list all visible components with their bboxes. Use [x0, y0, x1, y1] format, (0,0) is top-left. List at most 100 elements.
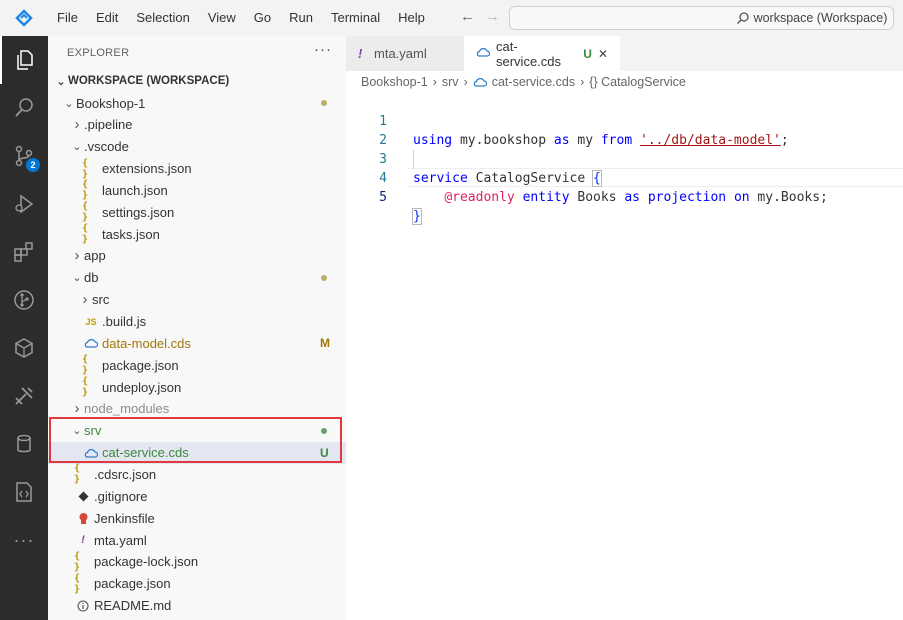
tab-label: cat-service.cds: [496, 38, 562, 69]
tree-item[interactable]: › app: [48, 245, 346, 267]
tree-item[interactable]: { } settings.json: [48, 201, 346, 223]
tree-item[interactable]: ⌄ db: [48, 267, 346, 289]
menu-file[interactable]: File: [48, 0, 87, 36]
extensions-icon[interactable]: [0, 228, 48, 276]
search-text: workspace (Workspace): [753, 11, 888, 25]
chevron-right-icon: ›: [432, 75, 437, 89]
tree-item[interactable]: › src: [48, 289, 346, 311]
tree-item[interactable]: { } extensions.json: [48, 158, 346, 180]
cds-cloud-icon: [473, 78, 487, 87]
menu-terminal[interactable]: Terminal: [322, 0, 389, 36]
search-icon[interactable]: [0, 84, 48, 132]
tree-item[interactable]: README.md: [48, 595, 346, 617]
menu-run[interactable]: Run: [280, 0, 322, 36]
command-center-search[interactable]: workspace (Workspace): [509, 6, 894, 30]
tools-icon[interactable]: [0, 372, 48, 420]
tree-item[interactable]: JS .build.js: [48, 311, 346, 333]
tree-item-label: Bookshop-1: [76, 95, 146, 111]
tree-item-label: undeploy.json: [102, 379, 182, 395]
yaml-icon: !: [358, 46, 363, 61]
tree-item[interactable]: { } launch.json: [48, 179, 346, 201]
tree-item-label: app: [84, 248, 106, 264]
menu-view[interactable]: View: [199, 0, 245, 36]
source-control-icon[interactable]: 2: [0, 132, 48, 180]
menu-go[interactable]: Go: [245, 0, 280, 36]
chevron-right-icon: ›: [74, 400, 80, 418]
tree-item[interactable]: › .pipeline: [48, 114, 346, 136]
breadcrumb-item[interactable]: srv: [442, 75, 459, 89]
more-icon[interactable]: ···: [0, 516, 48, 564]
tree-item-label: settings.json: [102, 204, 175, 220]
menu-edit[interactable]: Edit: [87, 0, 127, 36]
tree-item-label: tasks.json: [102, 226, 160, 242]
tree-item[interactable]: Jenkinsfile: [48, 507, 346, 529]
tree-item-label: package-lock.json: [94, 554, 199, 570]
sidebar-more-button[interactable]: ···: [314, 41, 332, 58]
close-icon[interactable]: ✕: [598, 47, 608, 61]
chevron-right-icon: ›: [74, 247, 80, 265]
tab-label: mta.yaml: [374, 46, 427, 61]
explorer-icon[interactable]: [0, 36, 48, 84]
chevron-down-icon: ⌄: [72, 272, 82, 285]
app-logo-icon: [0, 0, 48, 36]
tree-item[interactable]: ⌄ Bookshop-1: [48, 92, 346, 114]
json-file-icon: { }: [82, 179, 89, 202]
tree-item[interactable]: { } package-lock.json: [48, 551, 346, 573]
js-file-icon: JS: [85, 316, 97, 327]
activity-bar: 2 ···: [0, 36, 48, 620]
breadcrumb-item[interactable]: cat-service.cds: [492, 75, 575, 89]
tree-item[interactable]: { } .cdsrc.json: [48, 463, 346, 485]
yaml-icon: !: [81, 534, 85, 546]
modified-dot: [321, 274, 327, 281]
tree-item-label: mta.yaml: [94, 532, 147, 548]
menu-selection[interactable]: Selection: [127, 0, 198, 36]
workspace-header[interactable]: ⌄ WORKSPACE (WORKSPACE): [48, 70, 346, 92]
explorer-sidebar: EXPLORER ··· ⌄ WORKSPACE (WORKSPACE) ⌄ Bo…: [48, 36, 346, 620]
chevron-right-icon: ›: [580, 75, 585, 89]
tree-item-label: .vscode: [84, 139, 129, 155]
breadcrumb-item[interactable]: Bookshop-1: [361, 75, 428, 89]
tree-item[interactable]: ! mta.yaml: [48, 529, 346, 551]
tree-item[interactable]: { } package.json: [48, 354, 346, 376]
tree-item-label: launch.json: [102, 182, 168, 198]
tree-item-label: .pipeline: [84, 117, 133, 133]
json-file-icon: { }: [74, 550, 81, 573]
tree-item-label: node_modules: [84, 401, 170, 417]
tree-item[interactable]: { } tasks.json: [48, 223, 346, 245]
sidebar-title: EXPLORER: [67, 47, 130, 59]
tree-item[interactable]: ⌄ .vscode: [48, 136, 346, 158]
menu-help[interactable]: Help: [389, 0, 434, 36]
forward-arrow-icon[interactable]: →: [485, 8, 500, 25]
tab-cat-service-cds[interactable]: cat-service.cds U ✕: [464, 36, 620, 71]
tree-item[interactable]: .gitignore: [48, 485, 346, 507]
cds-cloud-icon: [476, 46, 491, 61]
breadcrumb-item[interactable]: {} CatalogService: [589, 75, 686, 89]
code-text: @readonly entity Books as projection on …: [444, 190, 828, 205]
json-file-icon: { }: [82, 157, 89, 180]
tree-item-label: src: [92, 292, 110, 308]
tab-mta-yaml[interactable]: ! mta.yaml: [346, 36, 464, 71]
json-file-icon: { }: [82, 223, 89, 246]
tree-item[interactable]: data-model.cds M: [48, 332, 346, 354]
tab-status: U: [583, 46, 592, 61]
tree-item-label: .build.js: [102, 314, 147, 329]
run-debug-icon[interactable]: [0, 180, 48, 228]
tree-item-label: package.json: [94, 576, 171, 592]
code-editor[interactable]: 1 using my.bookshop as my from '../db/da…: [346, 93, 903, 620]
json-file-icon: { }: [82, 354, 89, 377]
chevron-down-icon: ⌄: [72, 141, 82, 154]
git-graph-icon[interactable]: [0, 276, 48, 324]
highlight-box: [49, 417, 342, 463]
tree-item-label: package.json: [102, 357, 179, 373]
cds-cloud-icon: [82, 337, 100, 349]
tree-item[interactable]: { } package.json: [48, 573, 346, 595]
back-arrow-icon[interactable]: ←: [460, 8, 475, 25]
tree-item-label: .gitignore: [94, 488, 148, 504]
cube-icon[interactable]: [0, 324, 48, 372]
database-icon[interactable]: [0, 420, 48, 468]
tree-item-label: db: [84, 270, 99, 286]
chevron-down-icon: ⌄: [56, 75, 66, 88]
json-file-icon: { }: [82, 201, 89, 224]
code-file-icon[interactable]: [0, 468, 48, 516]
tree-item[interactable]: { } undeploy.json: [48, 376, 346, 398]
